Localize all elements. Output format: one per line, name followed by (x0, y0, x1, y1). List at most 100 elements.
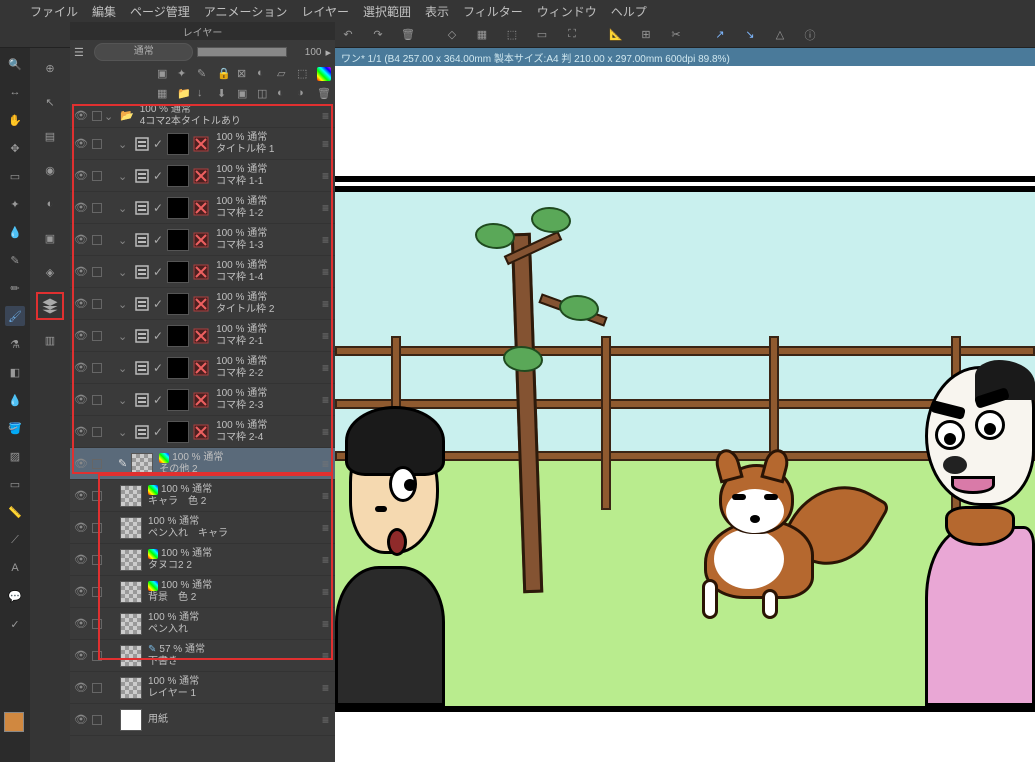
layer-list[interactable]: 👁⌄📂100 % 通常4コマ2本タイトルあり≡👁⌄✓100 % 通常タイトル枠 … (70, 104, 335, 762)
new-layer-icon[interactable]: ▦ (157, 87, 171, 101)
layer-row[interactable]: 👁⌄✓100 % 通常タイトル枠 1≡ (70, 128, 335, 160)
airbrush-icon[interactable]: ⚗ (5, 334, 25, 354)
visibility-icon[interactable]: 👁 (74, 109, 88, 123)
visibility-icon[interactable]: 👁 (74, 361, 88, 375)
chevron-down-icon[interactable]: ⌄ (118, 330, 130, 342)
checkbox[interactable] (92, 619, 102, 629)
ruler2-icon[interactable]: 📏 (5, 502, 25, 522)
eyedropper-icon[interactable]: 💧 (5, 222, 25, 242)
layer-row[interactable]: 👁100 % 通常ペン入れ≡ (70, 608, 335, 640)
enable-mask-checkmark[interactable]: ✓ (153, 297, 163, 311)
chevron-down-icon[interactable]: ⌄ (118, 138, 130, 150)
layer-color-icon[interactable] (317, 67, 331, 81)
layer-name[interactable]: コマ枠 2-4 (216, 432, 322, 444)
combine-icon[interactable]: ▣ (237, 87, 251, 101)
enable-mask-checkmark[interactable]: ✓ (153, 201, 163, 215)
blend-icon[interactable]: 💧 (5, 390, 25, 410)
visibility-icon[interactable]: 👁 (74, 329, 88, 343)
visibility-icon[interactable]: 👁 (74, 649, 88, 663)
zoom-icon[interactable]: 🔍 (5, 54, 25, 74)
layer-menu-icon[interactable]: ≡ (322, 713, 329, 727)
layer-row[interactable]: 👁⌄📂100 % 通常4コマ2本タイトルあり≡ (70, 104, 335, 128)
chevron-down-icon[interactable]: ⌄ (118, 170, 130, 182)
visibility-icon[interactable]: 👁 (74, 585, 88, 599)
layer-name[interactable]: コマ枠 1-3 (216, 240, 322, 252)
visibility-icon[interactable]: 👁 (74, 681, 88, 695)
layer-row[interactable]: 👁⌄✓100 % 通常コマ枠 2-4≡ (70, 416, 335, 448)
checkbox[interactable] (92, 491, 102, 501)
layer-menu-icon[interactable]: ≡ (322, 649, 329, 663)
brush-icon[interactable]: 🖌 (5, 306, 25, 326)
layer-name[interactable]: コマ枠 2-3 (216, 400, 322, 412)
panel-menu-icon[interactable]: ☰ (74, 46, 90, 59)
text-icon[interactable]: A (5, 558, 25, 578)
draft-icon[interactable]: ✎ (197, 67, 211, 81)
layer-name[interactable]: コマ枠 2-1 (216, 336, 322, 348)
layer-menu-icon[interactable]: ≡ (322, 361, 329, 375)
layer-name[interactable]: キャラ 色 2 (148, 496, 322, 508)
checkbox[interactable] (92, 111, 102, 121)
menu-window[interactable]: ウィンドウ (537, 3, 597, 20)
layer-name[interactable]: タイトル枠 1 (216, 144, 322, 156)
menu-animation[interactable]: アニメーション (204, 3, 288, 20)
ruler-icon[interactable]: 📐 (603, 24, 629, 46)
crop-icon[interactable]: ✂ (663, 24, 689, 46)
lock2-icon[interactable]: ⊠ (237, 67, 251, 81)
checkbox[interactable] (92, 331, 102, 341)
checkbox[interactable] (92, 235, 102, 245)
fill-icon[interactable]: 🪣 (5, 418, 25, 438)
frame-icon[interactable]: ▭ (5, 474, 25, 494)
checkbox[interactable] (92, 683, 102, 693)
visibility-icon[interactable]: 👁 (74, 489, 88, 503)
chevron-down-icon[interactable]: ⌄ (104, 110, 116, 122)
mask-disabled-icon[interactable] (192, 295, 210, 313)
enable-mask-checkmark[interactable]: ✓ (153, 265, 163, 279)
layer-menu-icon[interactable]: ≡ (322, 297, 329, 311)
layer-name[interactable]: コマ枠 2-2 (216, 368, 322, 380)
mask-disabled-icon[interactable] (192, 359, 210, 377)
clip-icon[interactable]: ▣ (157, 67, 171, 81)
visibility-icon[interactable]: 👁 (74, 521, 88, 535)
visibility-icon[interactable]: 👁 (74, 169, 88, 183)
enable-mask-checkmark[interactable]: ✓ (153, 425, 163, 439)
undo-icon[interactable]: ↶ (335, 24, 361, 46)
enable-mask-checkmark[interactable]: ✓ (153, 233, 163, 247)
chevron-down-icon[interactable]: ⌄ (118, 266, 130, 278)
ruler3-icon[interactable]: ▱ (277, 67, 291, 81)
border-icon[interactable]: ▭ (529, 24, 555, 46)
hand-icon[interactable]: ✋ (5, 110, 25, 130)
subtool-spiral-icon[interactable]: ◉ (36, 156, 64, 184)
checkbox[interactable] (92, 203, 102, 213)
mask-disabled-icon[interactable] (192, 231, 210, 249)
checkbox[interactable] (92, 267, 102, 277)
subtool-search-icon[interactable]: ⊕ (36, 54, 64, 82)
mask-disabled-icon[interactable] (192, 391, 210, 409)
enable-mask-checkmark[interactable]: ✓ (153, 169, 163, 183)
layer-name[interactable]: コマ枠 1-4 (216, 272, 322, 284)
checkbox[interactable] (92, 395, 102, 405)
menu-layer[interactable]: レイヤー (301, 3, 349, 20)
snap-icon[interactable]: ↗ (707, 24, 733, 46)
subtool-nav-icon[interactable]: ◈ (36, 258, 64, 286)
checkbox[interactable] (92, 587, 102, 597)
ref-icon[interactable]: ✦ (177, 67, 191, 81)
visibility-icon[interactable]: 👁 (74, 457, 88, 471)
layer-row[interactable]: 👁✎57 % 通常下書き≡ (70, 640, 335, 672)
subtool-color-icon[interactable]: ◐ (36, 190, 64, 218)
mask-disabled-icon[interactable] (192, 327, 210, 345)
layer-name[interactable]: タイトル枠 2 (216, 304, 322, 316)
pen-icon[interactable]: ✎ (5, 250, 25, 270)
layer-row[interactable]: 👁100 % 通常タヌコ2 2≡ (70, 544, 335, 576)
layer-row[interactable]: 👁⌄✓100 % 通常コマ枠 1-4≡ (70, 256, 335, 288)
layer-row[interactable]: 👁100 % 通常キャラ 色 2≡ (70, 480, 335, 512)
layer-menu-icon[interactable]: ≡ (322, 521, 329, 535)
new-raster-icon[interactable]: ◫ (257, 87, 271, 101)
visibility-icon[interactable]: 👁 (74, 553, 88, 567)
snap2-icon[interactable]: ↘ (737, 24, 763, 46)
blend-mode-dropdown[interactable]: 通常 (94, 43, 193, 61)
select-all-icon[interactable]: ▦ (469, 24, 495, 46)
transform-icon[interactable]: ✥ (5, 138, 25, 158)
checkbox[interactable] (92, 651, 102, 661)
subtool-cursor-icon[interactable]: ↖ (36, 88, 64, 116)
mask-disabled-icon[interactable] (192, 423, 210, 441)
